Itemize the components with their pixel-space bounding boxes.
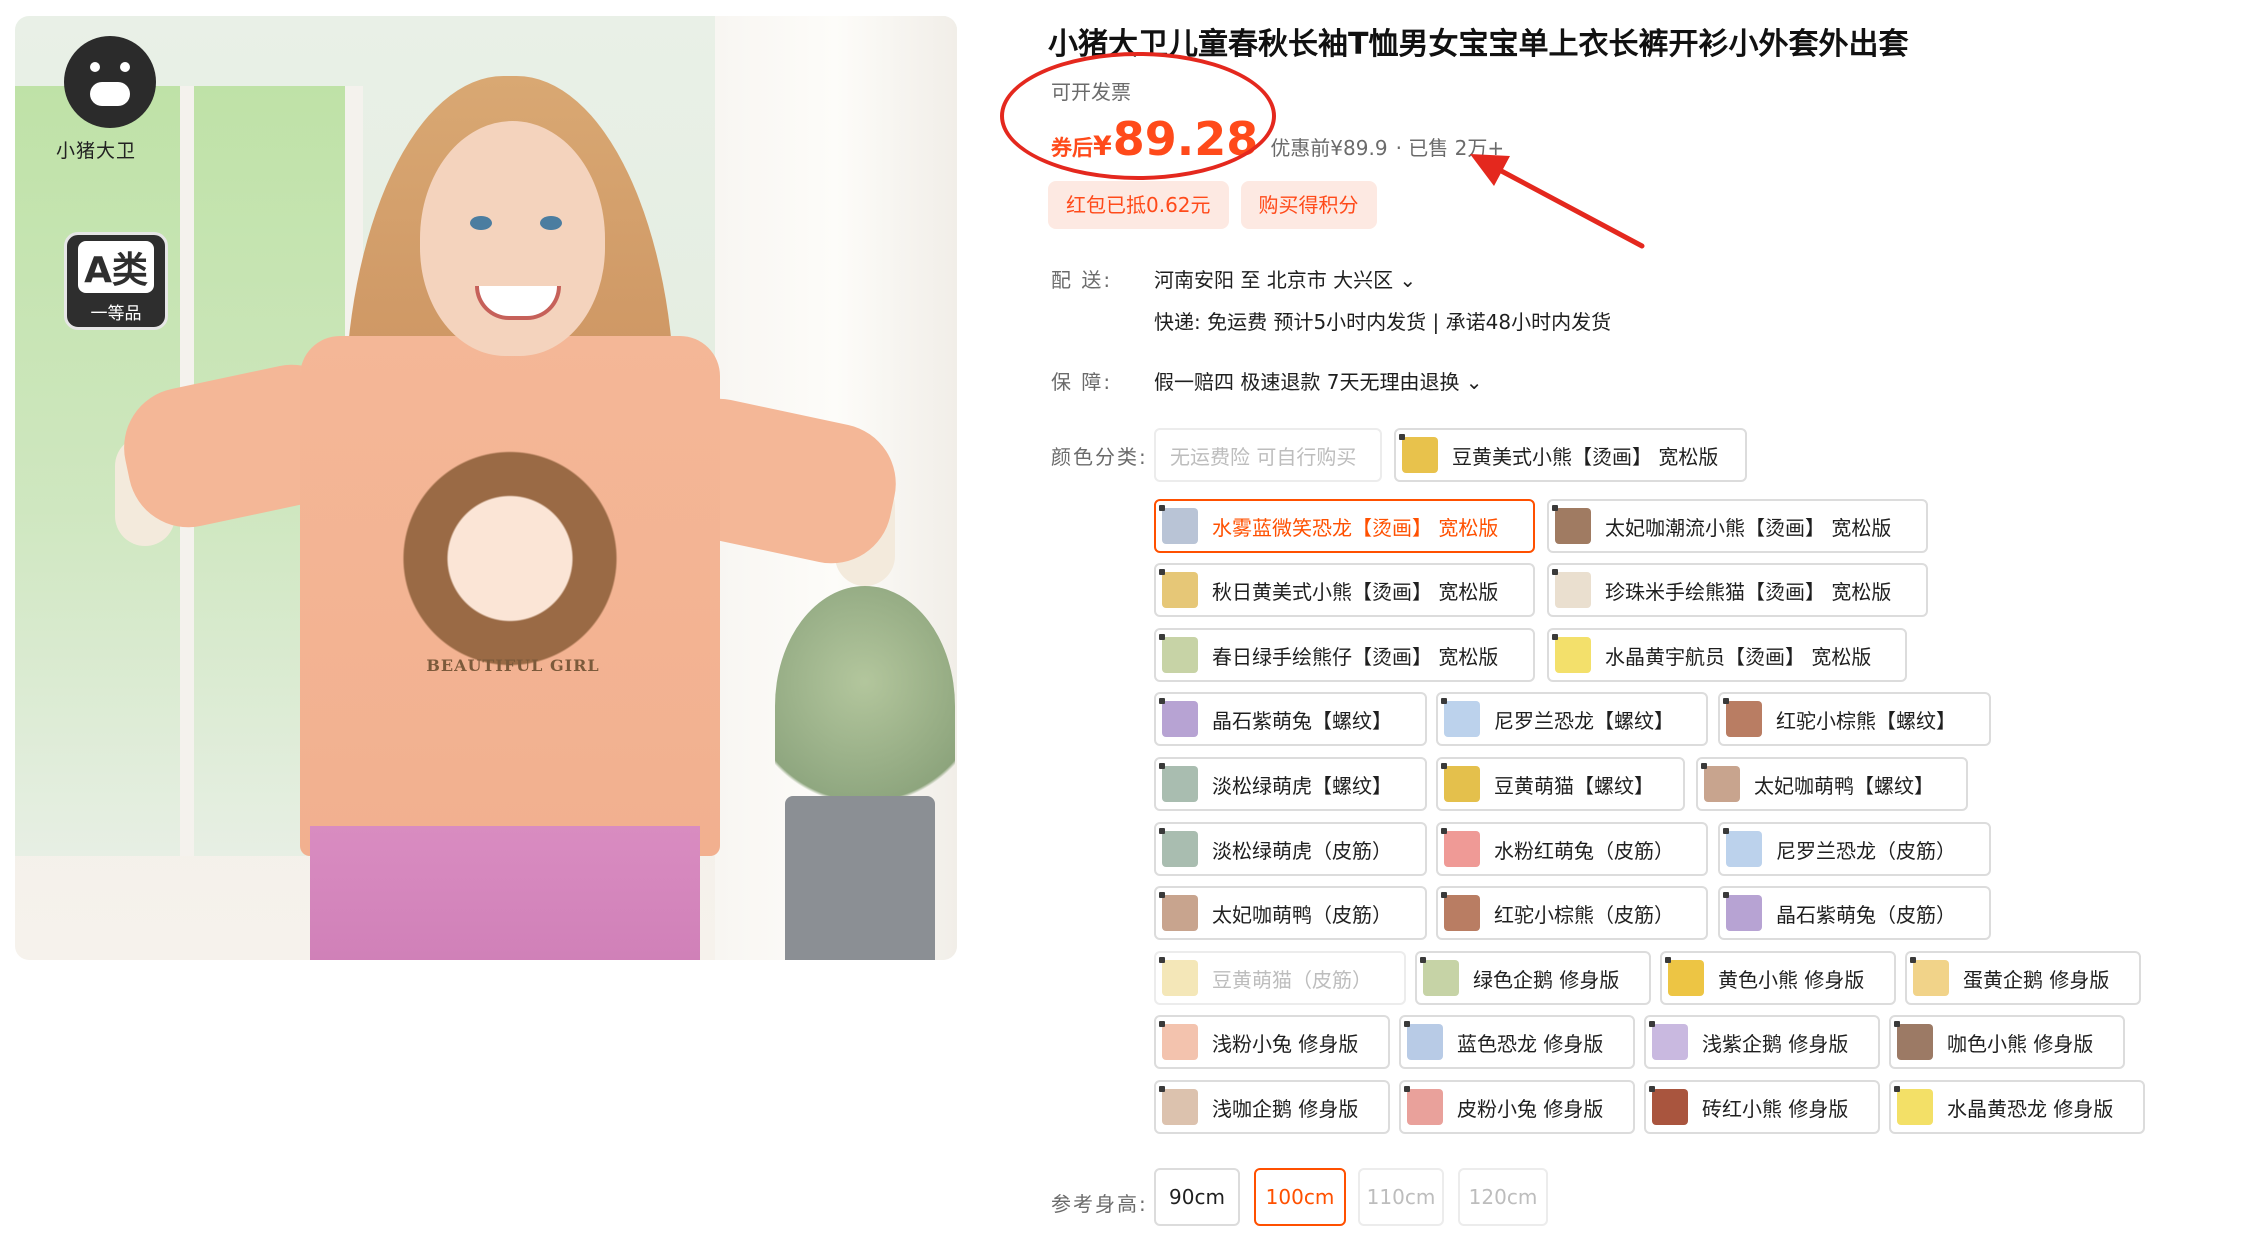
guarantee-label: 保 障: bbox=[1051, 370, 1113, 394]
color-option[interactable]: 晶石紫萌兔（皮筋） bbox=[1718, 886, 1991, 940]
color-option[interactable]: 太妃咖萌鸭（皮筋） bbox=[1154, 886, 1427, 940]
color-option[interactable]: 尼罗兰恐龙【螺纹】 bbox=[1436, 692, 1708, 746]
original-price: 优惠前¥89.9 bbox=[1270, 136, 1388, 160]
color-option[interactable]: 咖色小熊 修身版 bbox=[1889, 1015, 2125, 1069]
color-option[interactable]: 蛋黄企鹅 修身版 bbox=[1905, 951, 2141, 1005]
color-option[interactable]: 尼罗兰恐龙（皮筋） bbox=[1718, 822, 1991, 876]
size-option-90[interactable]: 90cm bbox=[1154, 1168, 1240, 1226]
color-option[interactable]: 太妃咖潮流小熊【烫画】 宽松版 bbox=[1547, 499, 1928, 553]
color-option[interactable]: 水晶黄恐龙 修身版 bbox=[1889, 1080, 2145, 1134]
color-option[interactable]: 珍珠米手绘熊猫【烫画】 宽松版 bbox=[1547, 563, 1928, 617]
color-option[interactable]: 晶石紫萌兔【螺纹】 bbox=[1154, 692, 1427, 746]
annotation-circle bbox=[1000, 52, 1276, 180]
color-option[interactable]: 砖红小熊 修身版 bbox=[1644, 1080, 1880, 1134]
shirt-print-text: BEAUTIFUL GIRL bbox=[426, 656, 600, 675]
color-label: 颜色分类: bbox=[1051, 445, 1148, 469]
color-option[interactable]: 浅咖企鹅 修身版 bbox=[1154, 1080, 1390, 1134]
plant-decoration bbox=[775, 586, 955, 826]
color-option[interactable]: 浅紫企鹅 修身版 bbox=[1644, 1015, 1880, 1069]
color-option[interactable]: 黄色小熊 修身版 bbox=[1660, 951, 1896, 1005]
annotation-arrow-icon bbox=[1470, 154, 1645, 249]
color-option[interactable]: 豆黄萌猫【螺纹】 bbox=[1436, 757, 1685, 811]
grade-badge: A类 一等品 bbox=[64, 232, 168, 330]
color-option-no-insurance: 无运费险 可自行购买 bbox=[1154, 428, 1382, 482]
shipping-note: 快递: 免运费 预计5小时内发货 | 承诺48小时内发货 bbox=[1154, 310, 1612, 334]
color-option[interactable]: 红驼小棕熊【螺纹】 bbox=[1718, 692, 1991, 746]
color-option[interactable]: 秋日黄美式小熊【烫画】 宽松版 bbox=[1154, 563, 1535, 617]
color-option[interactable]: 淡松绿萌虎【螺纹】 bbox=[1154, 757, 1427, 811]
brand-name: 小猪大卫 bbox=[56, 140, 137, 162]
plant-pot bbox=[785, 796, 935, 960]
color-option[interactable]: 豆黄美式小熊【烫画】 宽松版 bbox=[1394, 428, 1747, 482]
swatch-thumb bbox=[1399, 434, 1438, 473]
size-option-110: 110cm bbox=[1358, 1168, 1444, 1226]
guarantee-text[interactable]: 假一赔四 极速退款 7天无理由退换 ⌄ bbox=[1154, 366, 1483, 395]
shipping-route[interactable]: 河南安阳 至 北京市 大兴区 ⌄ bbox=[1154, 264, 1416, 293]
size-label: 参考身高: bbox=[1051, 1192, 1148, 1216]
size-option-100-selected[interactable]: 100cm bbox=[1254, 1168, 1346, 1226]
size-option-120: 120cm bbox=[1458, 1168, 1548, 1226]
color-option-selected[interactable]: 水雾蓝微笑恐龙【烫画】 宽松版 bbox=[1154, 499, 1535, 553]
color-option[interactable]: 绿色企鹅 修身版 bbox=[1415, 951, 1651, 1005]
color-option[interactable]: 春日绿手绘熊仔【烫画】 宽松版 bbox=[1154, 628, 1535, 682]
color-option[interactable]: 淡松绿萌虎（皮筋） bbox=[1154, 822, 1427, 876]
shipping-label: 配 送: bbox=[1051, 268, 1113, 292]
color-option[interactable]: 太妃咖萌鸭【螺纹】 bbox=[1696, 757, 1968, 811]
color-option[interactable]: 蓝色恐龙 修身版 bbox=[1399, 1015, 1635, 1069]
brand-logo: 小猪大卫 bbox=[56, 36, 166, 163]
model-pants bbox=[310, 826, 700, 960]
color-option[interactable]: 水粉红萌兔（皮筋） bbox=[1436, 822, 1708, 876]
grade-badge-main: A类 bbox=[78, 241, 154, 293]
promo-tag-points[interactable]: 购买得积分 bbox=[1240, 181, 1377, 229]
pig-icon bbox=[64, 36, 156, 128]
color-option[interactable]: 红驼小棕熊（皮筋） bbox=[1436, 886, 1708, 940]
color-option-disabled: 豆黄萌猫（皮筋） bbox=[1154, 951, 1406, 1005]
promo-tag-redpacket[interactable]: 红包已抵0.62元 bbox=[1048, 181, 1229, 229]
color-option[interactable]: 浅粉小兔 修身版 bbox=[1154, 1015, 1390, 1069]
model-face bbox=[420, 121, 605, 356]
color-option[interactable]: 皮粉小兔 修身版 bbox=[1399, 1080, 1635, 1134]
grade-badge-sub: 一等品 bbox=[90, 304, 142, 324]
promo-tags: 红包已抵0.62元 购买得积分 bbox=[1048, 181, 1377, 229]
color-option[interactable]: 水晶黄宇航员【烫画】 宽松版 bbox=[1547, 628, 1907, 682]
